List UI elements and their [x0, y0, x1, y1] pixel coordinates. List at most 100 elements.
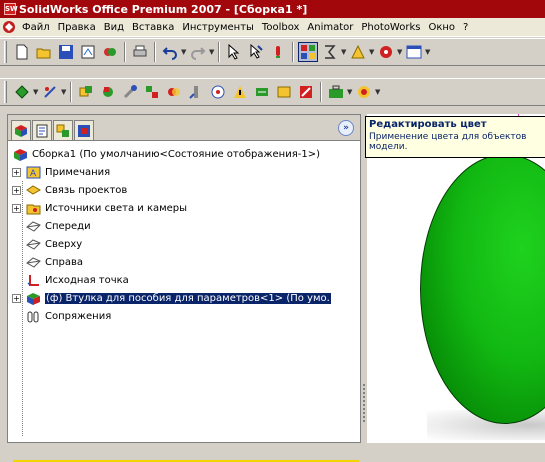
redo-icon — [191, 47, 206, 60]
mate-dropdown-icon[interactable]: ▼ — [61, 88, 67, 96]
bill-of-materials-button[interactable] — [348, 42, 368, 62]
assembly-xpert-button[interactable] — [296, 82, 316, 102]
tab-configuration-manager[interactable] — [53, 120, 73, 140]
simulation-button[interactable] — [252, 82, 272, 102]
photoworks-button[interactable] — [376, 42, 396, 62]
view-panel-dropdown-icon[interactable]: ▼ — [425, 48, 431, 56]
new-document-button[interactable] — [12, 42, 32, 62]
select-other-button[interactable] — [246, 42, 266, 62]
interference-detection-button[interactable] — [164, 82, 184, 102]
hole-wizard-icon — [189, 86, 198, 99]
rotate-component-button[interactable] — [98, 82, 118, 102]
bom-dropdown-icon[interactable]: ▼ — [369, 48, 375, 56]
tree-item-annotations[interactable]: + A Примечания — [8, 163, 360, 181]
rotate-component-icon — [103, 87, 113, 97]
menu-insert[interactable]: Вставка — [128, 22, 178, 33]
sensor-button[interactable] — [230, 82, 250, 102]
select-cursor-icon — [228, 44, 240, 60]
tab-property-manager[interactable] — [32, 120, 52, 140]
menu-tools[interactable]: Инструменты — [178, 22, 258, 33]
view-panel-button[interactable] — [404, 42, 424, 62]
materials-dropdown-icon[interactable]: ▼ — [375, 88, 381, 96]
menu-toolbox[interactable]: Toolbox — [258, 22, 304, 33]
menu-view[interactable]: Вид — [100, 22, 128, 33]
tree-item-origin[interactable]: Исходная точка — [8, 271, 360, 289]
equations-button[interactable] — [320, 42, 340, 62]
save-button[interactable] — [56, 42, 76, 62]
print-icon — [133, 45, 147, 57]
materials-icon — [358, 86, 370, 98]
tree-item-label: Источники света и камеры — [45, 202, 188, 214]
hole-wizard-button[interactable] — [186, 82, 206, 102]
assembly-features-button[interactable] — [208, 82, 228, 102]
menu-file[interactable]: Файл — [18, 22, 54, 33]
solidworks-logo-icon: SW — [4, 3, 18, 15]
expand-icon[interactable]: + — [12, 203, 21, 213]
tree-item-right-plane[interactable]: Справа — [8, 253, 360, 271]
tab-feature-manager[interactable] — [11, 120, 31, 140]
smart-fasteners-icon — [123, 85, 137, 99]
tree-item-label: Исходная точка — [45, 274, 129, 286]
design-binder-icon — [25, 182, 41, 198]
menu-window[interactable]: Окно — [424, 22, 459, 33]
configuration-manager-icon — [56, 124, 69, 137]
equations-dropdown-icon[interactable]: ▼ — [341, 48, 347, 56]
expand-icon[interactable]: + — [12, 167, 21, 177]
smart-fasteners-button[interactable] — [120, 82, 140, 102]
tooltip-body: Применение цвета для объектов модели. — [369, 132, 527, 152]
explode-view-button[interactable] — [142, 82, 162, 102]
tree-item-front-plane[interactable]: Спереди — [8, 217, 360, 235]
model-part[interactable] — [420, 154, 545, 424]
tree-item-top-plane[interactable]: Сверху — [8, 235, 360, 253]
menu-edit[interactable]: Правка — [54, 22, 100, 33]
make-drawing-button[interactable] — [78, 42, 98, 62]
rebuild-button[interactable] — [268, 42, 288, 62]
print-button[interactable] — [130, 42, 150, 62]
menu-animator[interactable]: Animator — [303, 22, 357, 33]
undo-button[interactable] — [160, 42, 180, 62]
mate-icon — [44, 86, 56, 98]
tree-item-label: Спереди — [45, 220, 91, 232]
expand-panel-button[interactable]: » — [338, 120, 354, 136]
toolbox-button[interactable] — [326, 82, 346, 102]
expand-icon[interactable]: + — [12, 185, 21, 195]
toolbar-grip[interactable] — [4, 81, 7, 103]
tree-item-mates[interactable]: Сопряжения — [8, 307, 360, 325]
undo-dropdown-icon[interactable]: ▼ — [181, 48, 187, 56]
show-hidden-button[interactable] — [274, 82, 294, 102]
graphics-area[interactable] — [367, 114, 545, 443]
open-button[interactable] — [34, 42, 54, 62]
tab-display-manager[interactable] — [74, 120, 94, 140]
sensor-icon — [234, 86, 246, 98]
window-icon — [406, 45, 422, 59]
solidworks-menu-icon[interactable] — [2, 20, 16, 34]
mate-button[interactable] — [40, 82, 60, 102]
edit-color-icon — [301, 45, 315, 59]
rebuild-icon — [276, 46, 280, 58]
make-assembly-button[interactable] — [100, 42, 120, 62]
redo-dropdown-icon[interactable]: ▼ — [209, 48, 215, 56]
edit-color-button[interactable] — [298, 42, 318, 62]
tree-root-assembly[interactable]: Сборка1 (По умолчанию<Состояние отображе… — [8, 145, 360, 163]
insert-component-dropdown-icon[interactable]: ▼ — [33, 88, 39, 96]
materials-button[interactable] — [354, 82, 374, 102]
tree-item-part-bushing[interactable]: + (ф) Втулка для пособия для параметров<… — [8, 289, 360, 307]
menu-photoworks[interactable]: PhotoWorks — [357, 22, 424, 33]
toolbox-dropdown-icon[interactable]: ▼ — [347, 88, 353, 96]
tree-item-design-binder[interactable]: + Связь проектов — [8, 181, 360, 199]
svg-text:A: A — [30, 169, 37, 179]
tree-item-lights-cameras[interactable]: + Источники света и камеры — [8, 199, 360, 217]
toolbar-grip[interactable] — [4, 41, 7, 63]
menu-help[interactable]: ? — [459, 22, 472, 33]
explode-view-icon — [146, 86, 158, 98]
expand-icon[interactable]: + — [12, 293, 21, 303]
insert-component-button[interactable] — [12, 82, 32, 102]
tree-item-label: Примечания — [45, 166, 111, 178]
assembly-features-icon — [211, 85, 225, 99]
lights-cameras-icon — [25, 200, 41, 216]
photoworks-dropdown-icon[interactable]: ▼ — [397, 48, 403, 56]
select-button[interactable] — [224, 42, 244, 62]
move-component-button[interactable] — [76, 82, 96, 102]
redo-button[interactable] — [188, 42, 208, 62]
tree-item-label: Сопряжения — [45, 310, 112, 322]
